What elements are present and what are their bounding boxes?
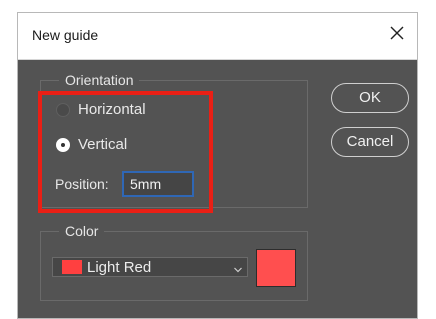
cancel-button[interactable]: Cancel [331,127,409,157]
dialog-titlebar: New guide [18,13,417,60]
color-preview-swatch[interactable] [256,249,296,287]
color-select[interactable]: Light Red [52,257,248,277]
color-select-swatch [62,260,82,274]
dialog-title: New guide [32,27,99,43]
color-legend: Color [59,223,105,239]
orientation-legend: Orientation [59,72,140,88]
new-guide-dialog: New guide Orientation Horizontal Vertica… [17,12,418,319]
ok-button[interactable]: OK [331,83,409,113]
annotation-highlight-box [38,91,213,213]
close-icon[interactable] [387,23,407,43]
color-select-value: Light Red [87,259,152,276]
chevron-down-icon [233,262,243,273]
